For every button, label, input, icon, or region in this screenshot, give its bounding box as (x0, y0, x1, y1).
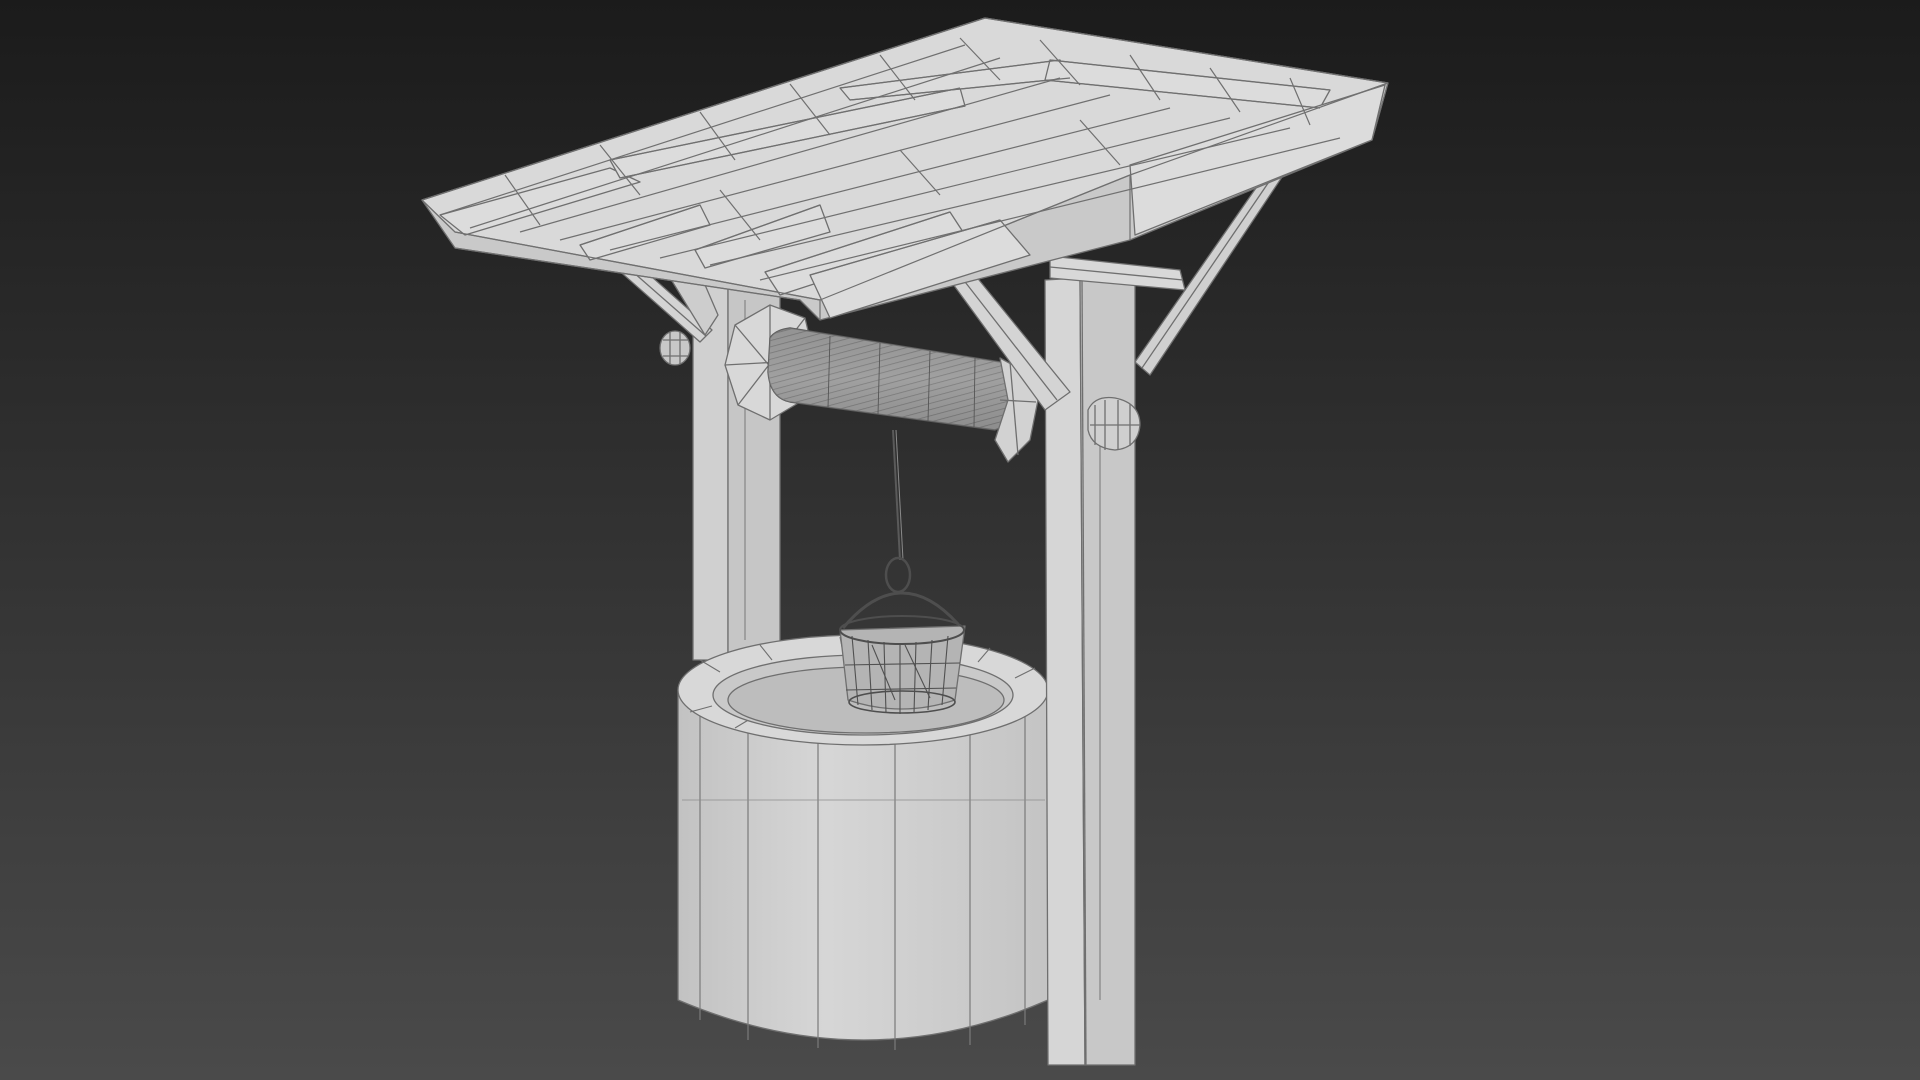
viewport-scene[interactable] (0, 0, 1920, 1080)
3d-viewport[interactable] (0, 0, 1920, 1080)
axle-peg-right (1087, 396, 1141, 451)
axle-peg-left (659, 330, 691, 366)
